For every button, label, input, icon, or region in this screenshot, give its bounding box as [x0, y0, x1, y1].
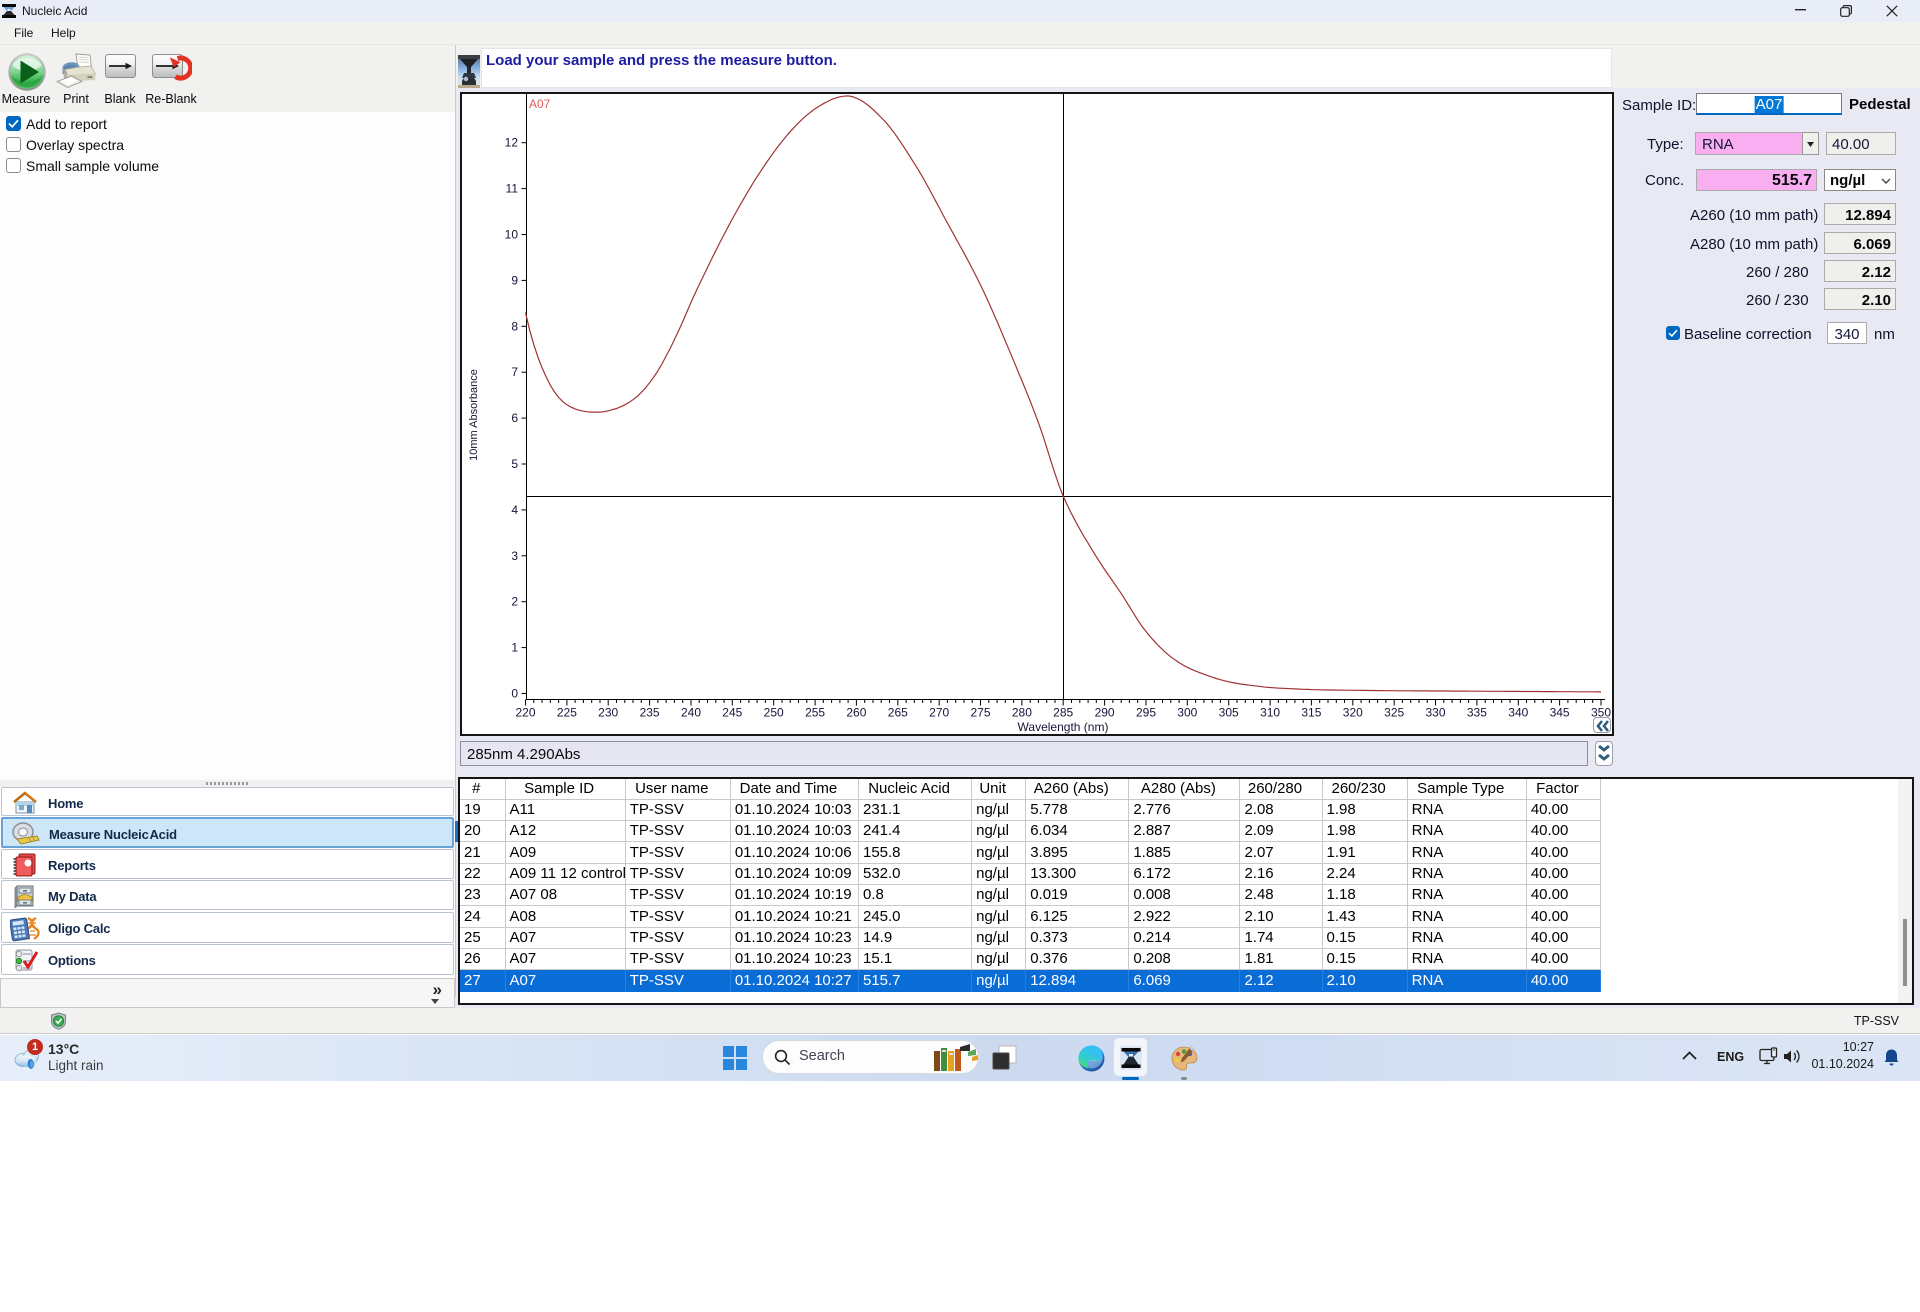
svg-text:325: 325 [1384, 706, 1404, 720]
svg-text:2: 2 [511, 595, 518, 609]
svg-text:260: 260 [846, 706, 866, 720]
svg-text:245: 245 [722, 706, 742, 720]
svg-text:A07: A07 [529, 97, 551, 111]
svg-text:265: 265 [888, 706, 908, 720]
svg-text:275: 275 [970, 706, 990, 720]
svg-text:8: 8 [511, 319, 518, 333]
svg-text:270: 270 [929, 706, 949, 720]
svg-text:310: 310 [1260, 706, 1280, 720]
svg-text:225: 225 [557, 706, 577, 720]
svg-text:6: 6 [511, 411, 518, 425]
svg-text:290: 290 [1095, 706, 1115, 720]
svg-text:10: 10 [505, 228, 519, 242]
svg-text:0: 0 [511, 687, 518, 701]
svg-text:Wavelength (nm): Wavelength (nm) [1018, 720, 1109, 734]
svg-text:280: 280 [1012, 706, 1032, 720]
svg-text:235: 235 [640, 706, 660, 720]
svg-text:255: 255 [805, 706, 825, 720]
svg-text:240: 240 [681, 706, 701, 720]
svg-text:5: 5 [511, 457, 518, 471]
svg-text:305: 305 [1219, 706, 1239, 720]
svg-text:330: 330 [1425, 706, 1445, 720]
svg-text:250: 250 [764, 706, 784, 720]
svg-text:345: 345 [1550, 706, 1570, 720]
svg-text:10mm Absorbance: 10mm Absorbance [468, 369, 480, 461]
svg-text:320: 320 [1343, 706, 1363, 720]
svg-text:230: 230 [598, 706, 618, 720]
svg-text:11: 11 [506, 182, 519, 196]
svg-text:12: 12 [505, 136, 519, 150]
svg-text:7: 7 [511, 365, 518, 379]
svg-text:3: 3 [511, 549, 518, 563]
svg-text:4: 4 [511, 503, 518, 517]
svg-text:295: 295 [1136, 706, 1156, 720]
svg-text:335: 335 [1467, 706, 1487, 720]
svg-text:220: 220 [515, 706, 535, 720]
svg-text:9: 9 [511, 273, 518, 287]
svg-text:340: 340 [1508, 706, 1528, 720]
svg-text:285: 285 [1053, 706, 1073, 720]
svg-text:315: 315 [1301, 706, 1321, 720]
svg-text:1: 1 [511, 641, 518, 655]
svg-text:300: 300 [1177, 706, 1197, 720]
